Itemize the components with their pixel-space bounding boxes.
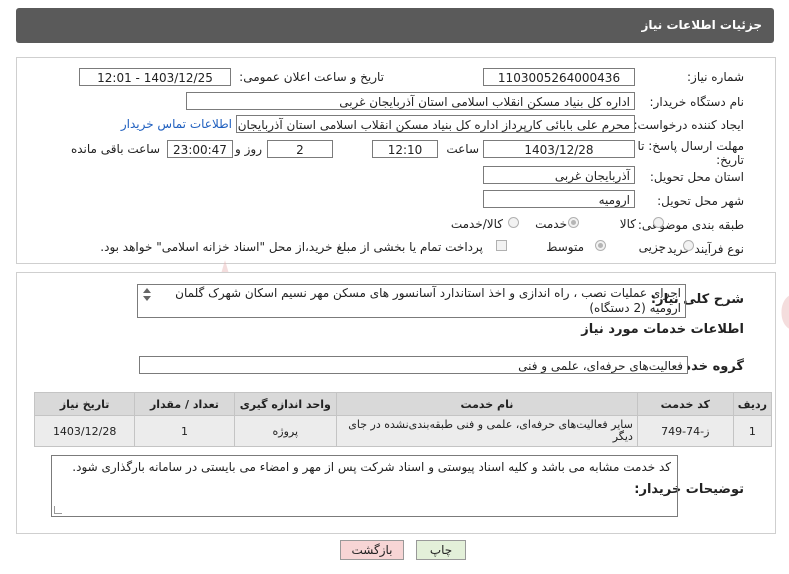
contact-info-link[interactable]: اطلاعات تماس خریدار bbox=[121, 117, 232, 131]
buyer-notes-text: کد خدمت مشابه می باشد و کلیه اسناد پیوست… bbox=[72, 460, 671, 474]
creator-field: محرم علی بابائی کارپرداز اداره کل بنیاد … bbox=[236, 115, 635, 133]
treasury-payment-checkbox[interactable] bbox=[496, 240, 507, 251]
resize-handle-icon[interactable] bbox=[54, 506, 62, 514]
time-label: ساعت bbox=[446, 142, 479, 156]
city-label: شهر محل تحویل: bbox=[657, 194, 744, 208]
category-radio-service[interactable] bbox=[568, 217, 579, 228]
page-header: جزئیات اطلاعات نیاز bbox=[16, 8, 774, 43]
table-header-row: ردیف کد خدمت نام خدمت واحد اندازه گیری ت… bbox=[33, 392, 773, 416]
cell-unit: پروژه bbox=[233, 415, 337, 447]
col-header-service-code: کد خدمت bbox=[636, 392, 734, 416]
cell-quantity: 1 bbox=[134, 415, 235, 447]
deadline-time-field: 12:10 bbox=[372, 140, 438, 158]
textarea-scroll-down-icon[interactable] bbox=[143, 296, 151, 301]
process-option-medium: متوسط bbox=[546, 240, 584, 254]
deadline-label-date: تاریخ: bbox=[716, 153, 744, 167]
services-heading: اطلاعات خدمات مورد نیاز bbox=[581, 322, 744, 337]
cell-service-name: سایر فعالیت‌های حرفه‌ای، علمی و فنی طبقه… bbox=[335, 415, 638, 447]
days-label: روز و bbox=[235, 142, 262, 156]
col-header-service-name: نام خدمت bbox=[335, 392, 638, 416]
col-header-quantity: تعداد / مقدار bbox=[134, 392, 235, 416]
need-number-field: 1103005264000436 bbox=[483, 68, 635, 86]
need-number-label: شماره نیاز: bbox=[687, 70, 744, 84]
category-option-goods: کالا bbox=[619, 217, 636, 231]
deadline-date-field: 1403/12/28 bbox=[483, 140, 635, 158]
category-option-goods-service: کالا/خدمت bbox=[450, 217, 503, 231]
announce-label: تاریخ و ساعت اعلان عمومی: bbox=[239, 70, 384, 84]
treasury-payment-text: پرداخت تمام یا بخشی از مبلغ خرید،از محل … bbox=[100, 240, 483, 254]
category-radio-goods-service[interactable] bbox=[508, 217, 519, 228]
category-option-service: خدمت bbox=[535, 217, 567, 231]
col-header-unit: واحد اندازه گیری bbox=[233, 392, 337, 416]
cell-row-number: 1 bbox=[732, 415, 773, 447]
service-group-field: فعالیت‌های حرفه‌ای، علمی و فنی bbox=[139, 356, 688, 374]
process-radio-minor[interactable] bbox=[683, 240, 694, 251]
cell-need-date: 1403/12/28 bbox=[33, 415, 136, 447]
remaining-label: ساعت باقی مانده bbox=[70, 142, 160, 156]
table-row: 1 ز-74-749 سایر فعالیت‌های حرفه‌ای، علمی… bbox=[33, 415, 773, 447]
province-label: استان محل تحویل: bbox=[649, 170, 744, 184]
cell-service-code: ز-74-749 bbox=[636, 415, 734, 447]
back-button[interactable]: بازگشت bbox=[340, 540, 404, 560]
process-option-minor: جزیی bbox=[638, 240, 666, 254]
province-field: آذربایجان غربی bbox=[483, 166, 635, 184]
summary-text: اجرای عملیات نصب ، راه اندازی و اخذ استا… bbox=[175, 286, 681, 315]
creator-label: ایجاد کننده درخواست: bbox=[633, 118, 744, 132]
services-table: ردیف کد خدمت نام خدمت واحد اندازه گیری ت… bbox=[33, 392, 773, 447]
need-details-panel bbox=[16, 57, 776, 264]
remaining-time-field: 23:00:47 bbox=[167, 140, 233, 158]
city-field: ارومیه bbox=[483, 190, 635, 208]
col-header-need-date: تاریخ نیاز bbox=[33, 392, 136, 416]
textarea-scroll-up-icon[interactable] bbox=[143, 288, 151, 293]
deadline-label: مهلت ارسال پاسخ: تا bbox=[637, 139, 744, 153]
buyer-field: اداره کل بنیاد مسکن انقلاب اسلامی استان … bbox=[186, 92, 635, 110]
page-title: جزئیات اطلاعات نیاز bbox=[641, 18, 762, 32]
announce-field: 1403/12/25 - 12:01 bbox=[79, 68, 231, 86]
days-field: 2 bbox=[267, 140, 333, 158]
print-button[interactable]: چاپ bbox=[416, 540, 466, 560]
process-label: نوع فرآیند خرید : bbox=[659, 242, 744, 256]
buyer-label: نام دستگاه خریدار: bbox=[649, 95, 745, 109]
col-header-row-number: ردیف bbox=[732, 392, 773, 416]
summary-textarea[interactable]: اجرای عملیات نصب ، راه اندازی و اخذ استا… bbox=[137, 284, 686, 318]
process-radio-medium[interactable] bbox=[595, 240, 606, 251]
category-radio-goods[interactable] bbox=[653, 217, 664, 228]
buyer-notes-textarea[interactable]: کد خدمت مشابه می باشد و کلیه اسناد پیوست… bbox=[51, 455, 678, 517]
